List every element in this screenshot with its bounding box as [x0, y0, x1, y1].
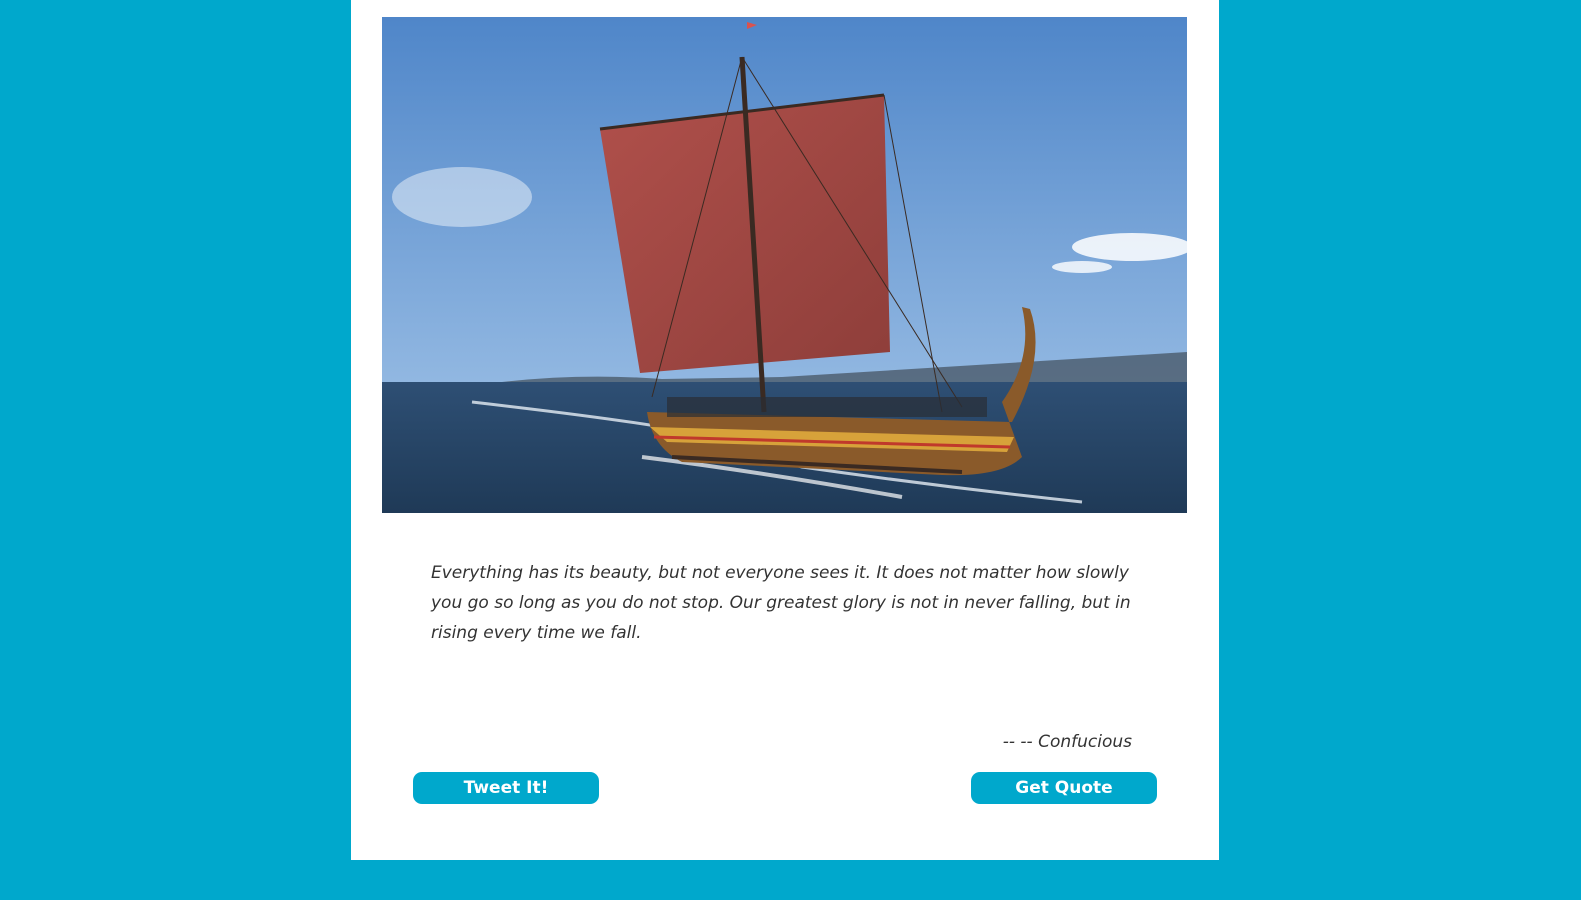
- get-quote-button[interactable]: Get Quote: [971, 772, 1157, 804]
- tweet-button[interactable]: Tweet It!: [413, 772, 599, 804]
- quote-card: Everything has its beauty, but not every…: [351, 0, 1219, 860]
- viking-ship-image: [382, 17, 1187, 513]
- quote-text: Everything has its beauty, but not every…: [431, 563, 1131, 643]
- quote-author: -- -- Confucious: [1002, 732, 1132, 752]
